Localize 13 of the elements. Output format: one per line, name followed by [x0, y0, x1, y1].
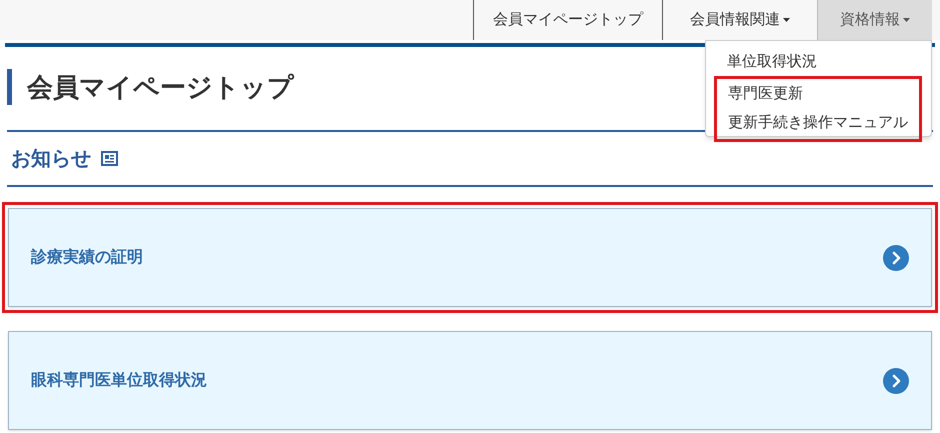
menu-item[interactable]: 専門医更新 [717, 79, 919, 108]
page-title: 会員マイページトップ [27, 70, 294, 104]
link-card[interactable]: 眼科専門医単位取得状況 [8, 331, 932, 430]
menu-item[interactable]: 更新手続き操作マニュアル [717, 108, 919, 137]
menu-item[interactable]: 単位取得状況 [706, 47, 931, 76]
newspaper-icon [101, 151, 118, 166]
chevron-right-icon [883, 368, 909, 394]
title-accent-bar [7, 69, 12, 105]
section-title: お知らせ [11, 146, 91, 172]
nav-tab[interactable]: 資格情報 [817, 0, 932, 40]
chevron-right-icon [883, 244, 909, 270]
nav-tab[interactable]: 会員マイページトップ [473, 0, 662, 40]
link-card[interactable]: 診療実績の証明 [8, 208, 932, 307]
